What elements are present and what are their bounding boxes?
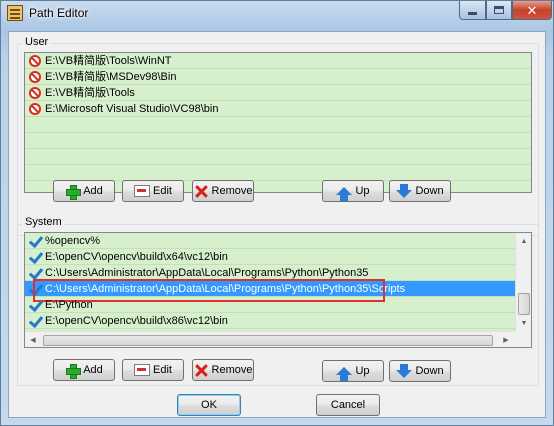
system-path-text: E:\Python <box>45 299 93 311</box>
ok-label: OK <box>201 399 217 411</box>
system-path-list[interactable]: %opencv% E:\openCV\opencv\build\x64\vc12… <box>24 232 532 348</box>
system-remove-button[interactable]: Remove <box>192 359 254 381</box>
scroll-up-icon[interactable]: ▲ <box>516 233 531 249</box>
up-label: Up <box>355 365 370 377</box>
close-icon: ✕ <box>526 2 538 18</box>
system-path-item[interactable]: %opencv% <box>25 233 531 249</box>
down-label: Down <box>415 185 444 197</box>
user-down-button[interactable]: Down <box>389 180 451 202</box>
system-up-button[interactable]: Up <box>322 360 384 382</box>
system-path-text: E:\openCV\opencv\build\x86\vc12\bin <box>45 315 228 327</box>
close-button[interactable]: ✕ <box>512 1 552 20</box>
user-path-item[interactable]: E:\Microsoft Visual Studio\VC98\bin <box>25 101 531 117</box>
empty-row <box>25 133 531 149</box>
system-down-button[interactable]: Down <box>389 360 451 382</box>
empty-row <box>25 165 531 181</box>
user-add-button[interactable]: Add <box>53 180 115 202</box>
maximize-icon <box>494 6 504 14</box>
cancel-label: Cancel <box>330 399 366 411</box>
check-icon <box>28 234 42 248</box>
check-icon <box>28 282 42 296</box>
arrow-down-icon <box>396 364 413 378</box>
check-icon <box>28 314 42 328</box>
edit-icon <box>134 364 151 376</box>
disabled-icon <box>29 55 41 67</box>
ok-button[interactable]: OK <box>177 394 241 416</box>
user-path-item[interactable]: E:\VB精简版\Tools <box>25 85 531 101</box>
user-path-text: E:\VB精简版\MSDev98\Bin <box>45 71 177 83</box>
system-path-item[interactable]: E:\Python <box>25 297 531 313</box>
path-editor-window: Path Editor ✕ User E:\VB精简版\Tools\WinNT … <box>0 0 554 426</box>
remove-icon <box>194 363 209 378</box>
edit-label: Edit <box>153 185 172 197</box>
empty-row <box>25 149 531 165</box>
cancel-button[interactable]: Cancel <box>316 394 380 416</box>
vertical-scroll-thumb[interactable] <box>518 293 530 315</box>
scroll-corner <box>515 331 531 347</box>
check-icon <box>28 250 42 264</box>
add-label: Add <box>83 364 103 376</box>
maximize-button[interactable] <box>486 1 512 20</box>
remove-icon <box>194 184 209 199</box>
window-title: Path Editor <box>29 6 89 20</box>
user-remove-button[interactable]: Remove <box>192 180 254 202</box>
arrow-down-icon <box>396 184 413 198</box>
user-group-label: User <box>23 36 51 48</box>
system-add-button[interactable]: Add <box>53 359 115 381</box>
remove-label: Remove <box>211 185 253 197</box>
user-path-text: E:\Microsoft Visual Studio\VC98\bin <box>45 103 219 115</box>
system-horizontal-scrollbar[interactable]: ◀ ▶ <box>25 331 515 347</box>
dialog-client-area: User E:\VB精简版\Tools\WinNT E:\VB精简版\MSDev… <box>8 31 546 418</box>
horizontal-scroll-thumb[interactable] <box>43 335 493 346</box>
up-label: Up <box>355 185 370 197</box>
edit-label: Edit <box>153 364 172 376</box>
system-group-label: System <box>23 216 64 228</box>
system-path-text: %opencv% <box>45 235 101 247</box>
user-path-item[interactable]: E:\VB精简版\MSDev98\Bin <box>25 69 531 85</box>
add-label: Add <box>83 185 103 197</box>
edit-icon <box>134 185 151 197</box>
disabled-icon <box>29 87 41 99</box>
system-path-text: C:\Users\Administrator\AppData\Local\Pro… <box>45 283 406 295</box>
user-path-text: E:\VB精简版\Tools <box>45 87 135 99</box>
user-path-text: E:\VB精简版\Tools\WinNT <box>45 55 172 67</box>
arrow-up-icon <box>336 367 353 381</box>
minimize-button[interactable] <box>459 1 486 20</box>
system-path-item[interactable]: E:\openCV\opencv\build\x86\vc12\bin <box>25 313 531 329</box>
app-icon <box>7 5 23 21</box>
title-bar[interactable]: Path Editor ✕ <box>1 1 553 25</box>
user-up-button[interactable]: Up <box>322 180 384 202</box>
scroll-left-icon[interactable]: ◀ <box>25 332 41 347</box>
user-path-list[interactable]: E:\VB精简版\Tools\WinNT E:\VB精简版\MSDev98\Bi… <box>24 52 532 193</box>
user-path-item[interactable]: E:\VB精简版\Tools\WinNT <box>25 53 531 69</box>
user-edit-button[interactable]: Edit <box>122 180 184 202</box>
check-icon <box>28 298 42 312</box>
system-path-item-selected[interactable]: C:\Users\Administrator\AppData\Local\Pro… <box>25 279 531 302</box>
disabled-icon <box>29 71 41 83</box>
scroll-right-icon[interactable]: ▶ <box>498 332 514 347</box>
arrow-up-icon <box>336 187 353 201</box>
system-vertical-scrollbar[interactable]: ▲ ▼ <box>515 233 531 331</box>
scroll-down-icon[interactable]: ▼ <box>516 315 531 331</box>
system-path-text: C:\Users\Administrator\AppData\Local\Pro… <box>45 267 369 279</box>
remove-label: Remove <box>211 364 253 376</box>
system-edit-button[interactable]: Edit <box>122 359 184 381</box>
disabled-icon <box>29 103 41 115</box>
check-icon <box>28 266 42 280</box>
minimize-icon <box>468 12 477 15</box>
system-path-item[interactable]: E:\openCV\opencv\build\x64\vc12\bin <box>25 249 531 265</box>
add-icon <box>65 363 82 379</box>
system-path-text: E:\openCV\opencv\build\x64\vc12\bin <box>45 251 228 263</box>
down-label: Down <box>415 365 444 377</box>
add-icon <box>65 184 82 200</box>
empty-row <box>25 117 531 133</box>
